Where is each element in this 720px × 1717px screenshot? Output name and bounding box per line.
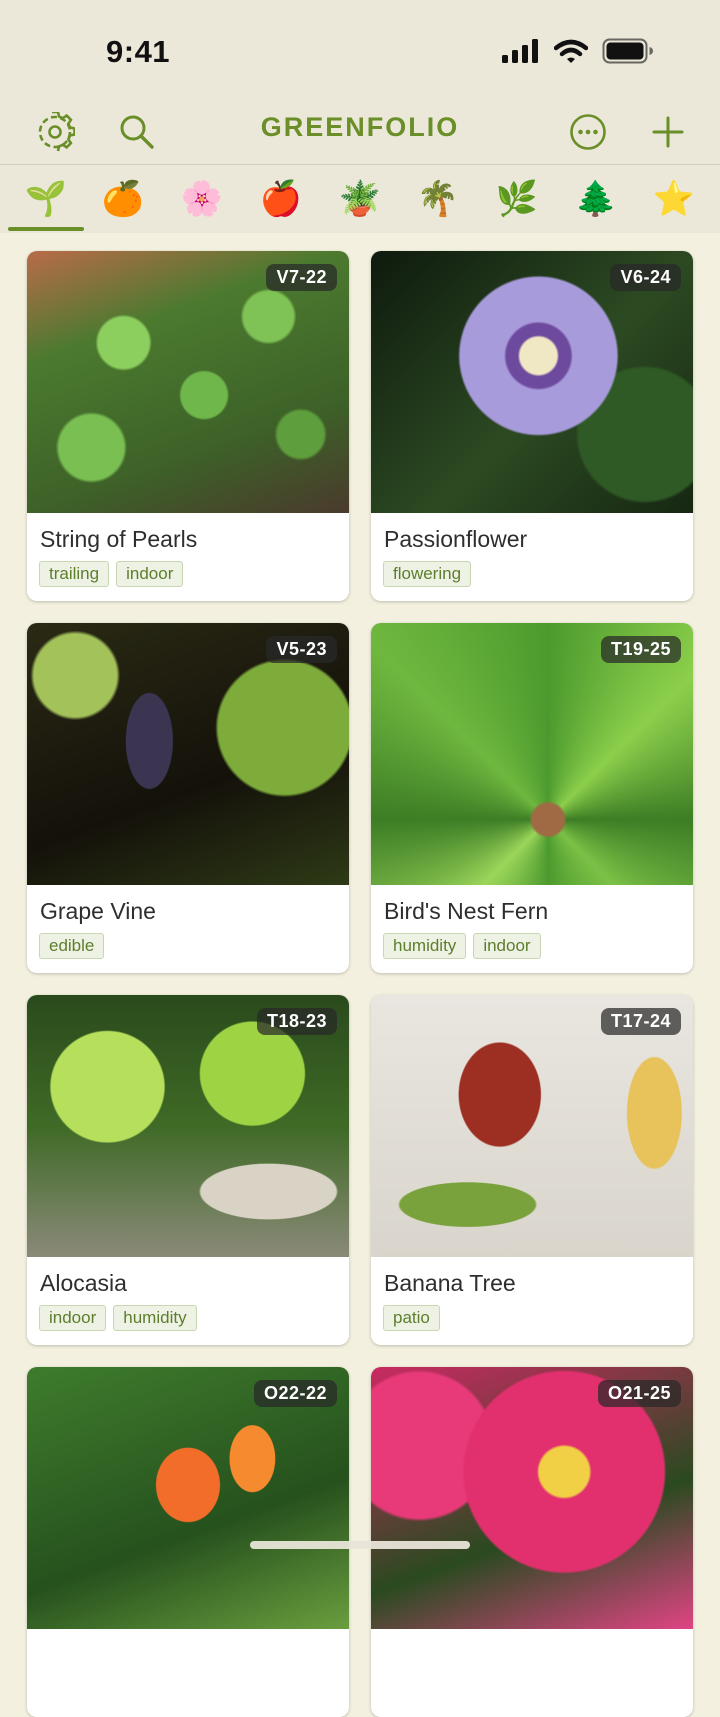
evergreen-tree-icon: 🌲 — [574, 180, 618, 218]
add-plant-button[interactable] — [644, 108, 692, 156]
plant-name: Grape Vine — [40, 898, 156, 924]
plant-card[interactable]: V6-24 Passionflower flowering — [371, 251, 693, 601]
home-indicator — [250, 1541, 470, 1549]
battery-icon — [602, 38, 653, 64]
plant-tag[interactable]: indoor — [116, 561, 184, 587]
category-tab-palm-tree[interactable]: 🌴 — [408, 177, 468, 221]
plant-tag[interactable]: flowering — [383, 561, 472, 587]
category-tab-orange[interactable]: 🍊 — [93, 177, 153, 221]
cellular-signal-icon — [502, 39, 538, 63]
plant-tag[interactable]: edible — [39, 933, 105, 959]
tag-list: humidity indoor — [383, 933, 541, 959]
plant-tag[interactable]: indoor — [473, 933, 541, 959]
category-tab-evergreen-tree[interactable]: 🌲 — [566, 177, 626, 221]
plant-card[interactable]: V5-23 Grape Vine edible — [27, 623, 349, 973]
plant-name: Banana Tree — [384, 1270, 516, 1296]
plant-card[interactable]: T18-23 Alocasia indoor humidity — [27, 995, 349, 1345]
plant-name: Bird's Nest Fern — [384, 898, 549, 924]
selected-category-indicator — [8, 227, 84, 231]
category-filter-bar: 🌱 🍊 🌸 🍎 🪴 🌴 🌿 🌲 ⭐ — [0, 164, 720, 233]
tag-list: flowering — [383, 561, 472, 587]
plant-name: Alocasia — [40, 1270, 127, 1296]
plant-card[interactable]: V7-22 String of Pearls trailing indoor — [27, 251, 349, 601]
plant-card[interactable]: T19-25 Bird's Nest Fern humidity indoor — [371, 623, 693, 973]
plant-name: String of Pearls — [40, 526, 198, 552]
category-tab-blossom[interactable]: 🌸 — [172, 177, 232, 221]
tag-list: patio — [383, 1305, 440, 1331]
status-bar: 9:41 — [0, 0, 720, 100]
tag-list: trailing indoor — [39, 561, 184, 587]
category-tab-potted-plant[interactable]: 🪴 — [330, 177, 390, 221]
category-tab-star[interactable]: ⭐ — [644, 177, 704, 221]
status-time: 9:41 — [106, 34, 171, 69]
zone-badge: V6-24 — [610, 264, 681, 291]
wifi-icon — [554, 39, 588, 63]
plant-card[interactable]: T17-24 Banana Tree patio — [371, 995, 693, 1345]
zone-badge: T18-23 — [256, 1008, 337, 1035]
plant-tag[interactable]: humidity — [383, 933, 467, 959]
zone-badge: V5-23 — [266, 636, 337, 663]
more-button[interactable] — [564, 108, 612, 156]
plant-tag[interactable]: trailing — [39, 561, 110, 587]
seedling-icon: 🌱 — [24, 180, 68, 218]
app-title: GREENFOLIO — [260, 112, 460, 142]
plus-icon — [652, 116, 684, 148]
zone-badge: T19-25 — [600, 636, 681, 663]
nav-bar: GREENFOLIO — [0, 100, 720, 164]
category-tab-apple[interactable]: 🍎 — [251, 177, 311, 221]
zone-badge: O22-22 — [253, 1380, 337, 1407]
blossom-icon: 🌸 — [180, 180, 224, 218]
more-icon — [570, 114, 606, 150]
plant-name: Passionflower — [384, 526, 528, 552]
zone-badge: T17-24 — [600, 1008, 681, 1035]
potted-plant-icon: 🪴 — [338, 180, 382, 218]
plant-tag[interactable]: humidity — [113, 1305, 197, 1331]
plant-tag[interactable]: patio — [383, 1305, 440, 1331]
tag-list: edible — [39, 933, 105, 959]
category-tab-seedling[interactable]: 🌱 — [16, 177, 76, 221]
zone-badge: V7-22 — [266, 264, 337, 291]
herb-icon: 🌿 — [495, 180, 539, 218]
category-tab-herb[interactable]: 🌿 — [487, 177, 547, 221]
star-icon: ⭐ — [652, 180, 696, 218]
plant-tag[interactable]: indoor — [39, 1305, 107, 1331]
tag-list: indoor humidity — [39, 1305, 197, 1331]
status-icons — [502, 38, 654, 64]
zone-badge: O21-25 — [597, 1380, 681, 1407]
apple-icon: 🍎 — [259, 180, 303, 218]
palm-tree-icon: 🌴 — [416, 180, 460, 218]
orange-icon: 🍊 — [101, 180, 145, 218]
